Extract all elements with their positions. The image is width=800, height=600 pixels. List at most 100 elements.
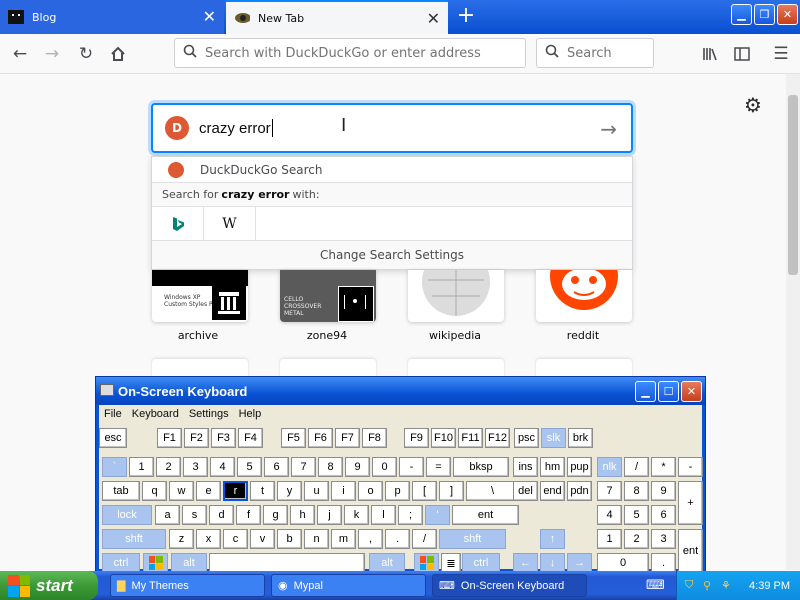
- key[interactable]: shft: [102, 529, 166, 549]
- task-on-screen-keyboard[interactable]: ⌨ On-Screen Keyboard: [432, 574, 587, 597]
- up-arrow-key-icon[interactable]: ↑: [540, 529, 565, 549]
- key[interactable]: F8: [362, 428, 387, 448]
- key[interactable]: l: [371, 505, 396, 525]
- key[interactable]: u: [304, 481, 329, 501]
- key[interactable]: x: [196, 529, 221, 549]
- library-icon[interactable]: [696, 40, 724, 68]
- key[interactable]: /: [412, 529, 437, 549]
- osk-maximize-button[interactable]: ☐: [658, 381, 679, 402]
- forward-arrow-icon[interactable]: →: [38, 40, 66, 68]
- context-menu-key-icon[interactable]: ≣: [441, 553, 461, 573]
- key[interactable]: p: [385, 481, 410, 501]
- new-tab-plus-icon[interactable]: +: [454, 4, 478, 28]
- key[interactable]: d: [209, 505, 234, 525]
- key[interactable]: tab: [102, 481, 140, 501]
- key[interactable]: 3: [651, 529, 676, 549]
- windows-key-icon[interactable]: [414, 553, 439, 573]
- top-site-tile-zone94[interactable]: CELLO CROSSOVER METAL: [280, 270, 376, 322]
- key[interactable]: 5: [624, 505, 649, 525]
- home-icon[interactable]: [104, 40, 132, 68]
- key[interactable]: *: [651, 457, 676, 477]
- key[interactable]: nlk: [597, 457, 622, 477]
- key[interactable]: 4: [210, 457, 235, 477]
- key[interactable]: .: [651, 553, 676, 573]
- keyboard-layout-icon[interactable]: ⌨: [646, 578, 665, 593]
- menu-settings[interactable]: Settings: [184, 408, 234, 420]
- change-search-settings-button[interactable]: Change Search Settings: [152, 241, 632, 269]
- scrollbar-thumb[interactable]: [788, 95, 798, 275]
- right-arrow-key-icon[interactable]: →: [567, 553, 592, 573]
- key[interactable]: 5: [237, 457, 262, 477]
- sidebar-icon[interactable]: [728, 40, 756, 68]
- key[interactable]: r: [223, 481, 248, 501]
- top-site-tile-wikipedia[interactable]: [408, 270, 504, 322]
- minimize-button[interactable]: ▁: [731, 4, 752, 25]
- key[interactable]: ,: [358, 529, 383, 549]
- key[interactable]: slk: [541, 428, 566, 448]
- windows-key-icon[interactable]: [143, 553, 168, 573]
- key[interactable]: 3: [183, 457, 208, 477]
- key[interactable]: ]: [439, 481, 464, 501]
- key[interactable]: F12: [485, 428, 510, 448]
- key[interactable]: h: [290, 505, 315, 525]
- key[interactable]: n: [304, 529, 329, 549]
- key[interactable]: .: [385, 529, 410, 549]
- key[interactable]: a: [155, 505, 180, 525]
- gear-icon[interactable]: ⚙: [742, 94, 764, 116]
- menu-hamburger-icon[interactable]: ☰: [767, 40, 795, 68]
- key[interactable]: o: [358, 481, 383, 501]
- top-site-tile-archive[interactable]: Windows XP Custom Styles Pack: [152, 270, 248, 322]
- close-tab-icon[interactable]: ✕: [427, 11, 440, 27]
- key[interactable]: alt: [171, 553, 207, 573]
- key[interactable]: shft: [439, 529, 506, 549]
- key[interactable]: c: [223, 529, 248, 549]
- key[interactable]: 1: [597, 529, 622, 549]
- key[interactable]: =: [426, 457, 451, 477]
- menu-file[interactable]: File: [99, 408, 127, 420]
- key[interactable]: /: [624, 457, 649, 477]
- key[interactable]: esc: [99, 428, 127, 448]
- menu-help[interactable]: Help: [234, 408, 267, 420]
- search-bar[interactable]: Search: [536, 38, 654, 68]
- key[interactable]: \: [466, 481, 519, 501]
- key[interactable]: F7: [335, 428, 360, 448]
- task-my-themes[interactable]: ▇ My Themes: [110, 574, 265, 597]
- key[interactable]: ent: [678, 529, 703, 573]
- key[interactable]: F5: [281, 428, 306, 448]
- restore-button[interactable]: ❐: [754, 4, 775, 25]
- key[interactable]: 8: [624, 481, 649, 501]
- tab-new-tab[interactable]: New Tab ✕: [226, 0, 448, 34]
- key[interactable]: -: [399, 457, 424, 477]
- key[interactable]: del: [513, 481, 538, 501]
- key[interactable]: lock: [102, 505, 152, 525]
- url-bar[interactable]: Search with DuckDuckGo or enter address: [174, 38, 526, 68]
- down-arrow-key-icon[interactable]: ↓: [540, 553, 565, 573]
- osk-title-bar[interactable]: On-Screen Keyboard: [96, 377, 705, 405]
- network-icon[interactable]: ⚘: [721, 579, 731, 592]
- key[interactable]: [: [412, 481, 437, 501]
- top-site-tile[interactable]: [536, 359, 632, 377]
- clock[interactable]: 4:39 PM: [749, 580, 790, 592]
- search-input[interactable]: D crazy error →: [151, 103, 633, 153]
- key[interactable]: +: [678, 481, 703, 525]
- key[interactable]: alt: [369, 553, 405, 573]
- left-arrow-key-icon[interactable]: ←: [513, 553, 538, 573]
- key[interactable]: 0: [597, 553, 649, 573]
- back-arrow-icon[interactable]: ←: [6, 40, 34, 68]
- key[interactable]: t: [250, 481, 275, 501]
- key[interactable]: 9: [345, 457, 370, 477]
- key[interactable]: 2: [156, 457, 181, 477]
- key[interactable]: k: [344, 505, 369, 525]
- close-tab-icon[interactable]: ✕: [203, 9, 216, 25]
- spacebar[interactable]: [209, 553, 365, 573]
- key[interactable]: 7: [291, 457, 316, 477]
- wikipedia-engine-button[interactable]: W: [204, 207, 256, 241]
- key[interactable]: F1: [157, 428, 182, 448]
- go-arrow-icon[interactable]: →: [600, 117, 617, 141]
- key[interactable]: g: [263, 505, 288, 525]
- key[interactable]: psc: [514, 428, 539, 448]
- key[interactable]: e: [196, 481, 221, 501]
- key[interactable]: y: [277, 481, 302, 501]
- key[interactable]: pdn: [567, 481, 592, 501]
- start-button[interactable]: start: [0, 571, 98, 600]
